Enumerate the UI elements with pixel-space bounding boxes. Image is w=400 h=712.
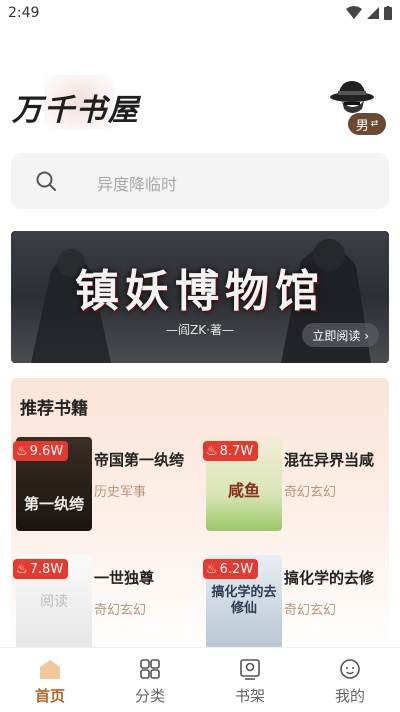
- book-genre: 奇幻玄幻: [284, 485, 337, 500]
- search-icon: [36, 171, 56, 191]
- book-item[interactable]: 搞化学的去修仙 ♨ 6.2W 搞化学的去修 奇幻玄幻: [201, 555, 389, 653]
- book-item[interactable]: 阅读 ♨ 7.8W 一世独尊 奇幻玄幻: [11, 555, 199, 653]
- heat-badge: ♨ 9.6W: [13, 441, 69, 461]
- tab-home[interactable]: 首页: [0, 648, 100, 712]
- cover-title: 第一纨绔: [23, 495, 84, 513]
- cover-title: 搞化学的去修仙: [211, 585, 277, 616]
- fire-icon: ♨: [16, 443, 28, 459]
- bottom-tab-bar: 首页 分类 书架 我的: [0, 647, 400, 712]
- cell-signal-icon: [367, 7, 379, 19]
- fire-icon: ♨: [206, 443, 218, 459]
- tab-label: 分类: [134, 687, 165, 705]
- featured-banner[interactable]: 镇妖博物馆 —阎ZK·著— 立即阅读 ›: [11, 231, 389, 363]
- status-time: 2:49: [8, 5, 40, 21]
- battery-icon: [384, 6, 392, 20]
- book-name: 帝国第一纨绔: [94, 451, 185, 469]
- wifi-icon: [346, 6, 362, 19]
- book-name: 一世独尊: [94, 569, 155, 587]
- book-genre: 奇幻玄幻: [94, 603, 147, 618]
- heat-badge: ♨ 7.8W: [13, 559, 69, 579]
- search-bar[interactable]: 异度降临时: [11, 153, 389, 209]
- book-name: 混在异界当咸: [284, 451, 375, 469]
- tab-profile[interactable]: 我的: [300, 648, 400, 712]
- app-header: 万千书屋 男 ⇄: [0, 75, 400, 135]
- book-name: 搞化学的去修: [284, 569, 375, 587]
- book-genre: 奇幻玄幻: [284, 603, 337, 618]
- fire-icon: ♨: [206, 561, 218, 577]
- app-logo: 万千书屋: [12, 93, 140, 128]
- tab-category[interactable]: 分类: [100, 648, 200, 712]
- recommend-section: 推荐书籍 第一纨绔 ♨ 9.6W 帝国第一纨绔 历史军事 咸鱼 ♨ 8.7W 混在异…: [11, 378, 389, 650]
- section-title: 推荐书籍: [20, 399, 88, 419]
- book-genre: 历史军事: [94, 485, 147, 500]
- read-now-button[interactable]: 立即阅读 ›: [302, 323, 379, 347]
- gender-switch-button[interactable]: 男 ⇄: [348, 113, 386, 135]
- tab-label: 书架: [234, 687, 265, 705]
- swap-icon: ⇄: [370, 119, 379, 129]
- profile-face-icon: [340, 659, 360, 679]
- status-bar: 2:49: [0, 0, 400, 28]
- search-placeholder: 异度降临时: [97, 175, 178, 194]
- book-item[interactable]: 第一纨绔 ♨ 9.6W 帝国第一纨绔 历史军事: [11, 437, 199, 535]
- bookshelf-icon: [240, 659, 260, 680]
- home-icon: [40, 660, 60, 679]
- tab-label: 首页: [34, 687, 65, 705]
- fire-icon: ♨: [16, 561, 28, 577]
- category-grid-icon: [140, 659, 160, 679]
- heat-badge: ♨ 6.2W: [203, 559, 259, 579]
- gender-label: 男: [355, 118, 369, 134]
- tab-label: 我的: [334, 687, 365, 705]
- banner-title: 镇妖博物馆: [75, 266, 325, 317]
- heat-badge: ♨ 8.7W: [203, 441, 259, 461]
- cover-title: 阅读: [40, 594, 68, 610]
- status-icons: [346, 6, 392, 20]
- tab-bookshelf[interactable]: 书架: [200, 648, 300, 712]
- book-item[interactable]: 咸鱼 ♨ 8.7W 混在异界当咸 奇幻玄幻: [201, 437, 389, 535]
- cover-title: 咸鱼: [227, 481, 260, 500]
